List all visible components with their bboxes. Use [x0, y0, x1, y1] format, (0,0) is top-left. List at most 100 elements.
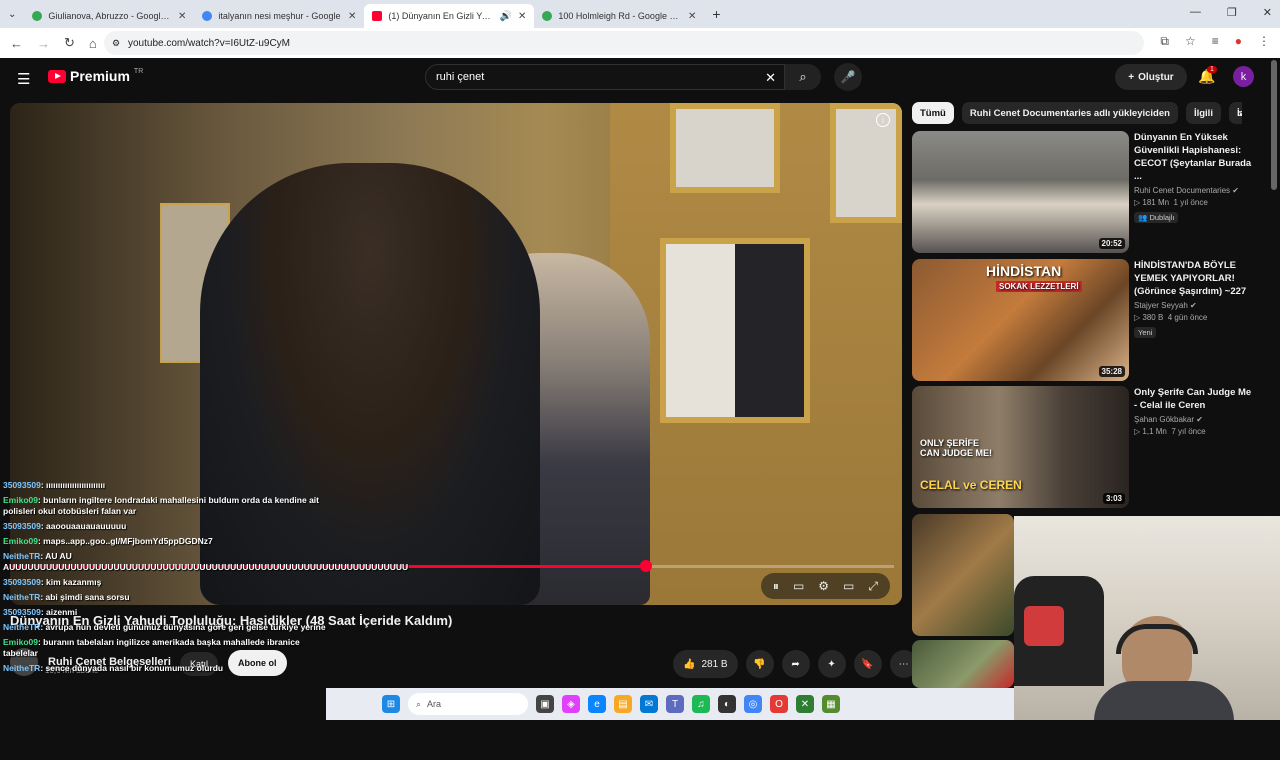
settings-gear-icon[interactable]: ⚙: [818, 579, 829, 593]
picture-frame: [670, 103, 780, 193]
windows-start-icon[interactable]: ⊞: [382, 695, 400, 713]
close-window-icon[interactable]: ✕: [1263, 6, 1272, 19]
chrome-icon[interactable]: ◎: [744, 695, 762, 713]
chat-text: : abi şimdi sana sorsu: [40, 592, 130, 602]
forward-icon[interactable]: →: [37, 36, 50, 51]
share-button[interactable]: ➦: [781, 650, 810, 678]
kebab-menu-icon[interactable]: ⋮: [1258, 34, 1270, 49]
video-thumbnail[interactable]: 20:52: [912, 131, 1129, 253]
chevron-right-icon[interactable]: ›: [1238, 106, 1242, 120]
youtube-logo[interactable]: Premium TR: [48, 68, 143, 84]
info-icon[interactable]: i: [876, 113, 890, 127]
install-icon[interactable]: ⧉: [1160, 34, 1169, 49]
subtitles-icon[interactable]: ▭: [793, 579, 804, 593]
maps-favicon-icon: [32, 11, 43, 21]
address-bar[interactable]: ⚙ youtube.com/watch?v=I6UtZ-u9CyM: [104, 31, 1144, 55]
google-favicon-icon: [202, 11, 213, 21]
speaker-icon[interactable]: 🔊: [500, 11, 512, 22]
thumbs-down-icon: 👎: [753, 658, 766, 670]
thumbnail-overlay-text: SOKAK LEZZETLERİ: [996, 281, 1082, 292]
chat-text: : maps..app..goo..gl/MFjbomYd5ppDGDNz7: [37, 536, 213, 546]
site-info-icon[interactable]: ⚙: [112, 38, 120, 49]
save-button[interactable]: 🔖: [853, 650, 882, 678]
logo-region: TR: [133, 67, 144, 75]
pause-icon[interactable]: ⏸: [773, 579, 779, 594]
voice-search-button[interactable]: 🎤: [834, 63, 862, 91]
video-thumbnail[interactable]: [912, 640, 1014, 688]
tab-search-icon[interactable]: ⌄: [8, 9, 16, 20]
browser-tab-4[interactable]: 100 Holmleigh Rd - Google Har ✕: [534, 4, 704, 28]
home-icon[interactable]: ⌂: [89, 36, 97, 51]
xbox-icon[interactable]: ✕: [796, 695, 814, 713]
task-view-icon[interactable]: ▣: [536, 695, 554, 713]
edge-icon[interactable]: e: [588, 695, 606, 713]
browser-tab-2[interactable]: italyanın nesi meşhur - Google ✕: [194, 4, 364, 28]
opera-icon[interactable]: O: [770, 695, 788, 713]
tab-label: (1) Dünyanın En Gizli Yahudi: [388, 11, 494, 21]
chat-username: NeitheTR: [3, 592, 41, 602]
dislike-button[interactable]: 👎: [745, 650, 774, 678]
recommendation-item[interactable]: ONLY ŞERİFE CAN JUDGE ME! CELAL ve CEREN…: [912, 386, 1272, 508]
recommendation-item[interactable]: HİNDİSTAN SOKAK LEZZETLERİ 35:28 HİNDİST…: [912, 259, 1272, 381]
chip-from-uploader[interactable]: Ruhi Cenet Documentaries adlı yükleyicid…: [961, 102, 1178, 124]
close-icon[interactable]: ✕: [688, 11, 696, 22]
picture-frame: [660, 238, 810, 423]
ask-button[interactable]: ✦: [817, 650, 846, 678]
youtube-favicon-icon: [372, 11, 383, 21]
teams-icon[interactable]: T: [666, 695, 684, 713]
minecraft-icon[interactable]: ▦: [822, 695, 840, 713]
new-tab-icon[interactable]: +: [712, 6, 720, 22]
create-button[interactable]: + Oluştur: [1115, 64, 1187, 90]
spotify-icon[interactable]: ♫: [692, 695, 710, 713]
chip-related[interactable]: İlgili: [1185, 102, 1221, 124]
recommendation-channel[interactable]: Ruhi Cenet Documentaries: [1134, 186, 1230, 195]
restore-icon[interactable]: ❐: [1227, 6, 1237, 19]
search-input[interactable]: ruhi çenet ✕: [425, 64, 785, 90]
profile-icon[interactable]: ●: [1235, 34, 1242, 49]
video-thumbnail[interactable]: ONLY ŞERİFE CAN JUDGE ME! CELAL ve CEREN…: [912, 386, 1129, 508]
file-explorer-icon[interactable]: ▤: [614, 695, 632, 713]
taskbar-search[interactable]: ⌕ Ara: [408, 693, 528, 715]
logo-text: Premium: [70, 68, 130, 84]
chip-all[interactable]: Tümü: [912, 102, 954, 124]
theater-mode-icon[interactable]: ▭: [843, 579, 854, 593]
headphones-icon: [1116, 624, 1198, 654]
close-icon[interactable]: ✕: [178, 11, 186, 22]
recommendation-title[interactable]: HİNDİSTAN'DA BÖYLE YEMEK YAPIYORLAR! (Gö…: [1134, 259, 1254, 298]
sparkle-icon: ✦: [827, 658, 836, 670]
recommendation-channel[interactable]: Şahan Gökbakar: [1134, 415, 1194, 424]
minimize-icon[interactable]: —: [1190, 6, 1201, 19]
browser-tab-3[interactable]: (1) Dünyanın En Gizli Yahudi 🔊 ✕: [364, 4, 535, 28]
close-icon[interactable]: ✕: [348, 11, 356, 22]
search-value: ruhi çenet: [436, 71, 485, 83]
video-thumbnail[interactable]: [912, 514, 1014, 636]
tab-label: 100 Holmleigh Rd - Google Har: [558, 11, 682, 21]
media-app-icon[interactable]: ◐: [718, 695, 736, 713]
recommendation-channel[interactable]: Stajyer Seyyah: [1134, 301, 1188, 310]
search-icon: ⌕: [416, 698, 422, 709]
verified-icon: ✔: [1190, 301, 1197, 310]
like-button[interactable]: 👍 281 B: [673, 650, 738, 678]
back-icon[interactable]: ←: [10, 36, 23, 51]
upload-age: 7 yıl önce: [1171, 427, 1206, 436]
close-icon[interactable]: ✕: [518, 11, 526, 22]
bookmark-star-icon[interactable]: ☆: [1185, 34, 1196, 49]
fullscreen-icon[interactable]: ⤢: [868, 579, 878, 594]
reload-icon[interactable]: ↻: [64, 35, 75, 51]
clear-search-icon[interactable]: ✕: [765, 70, 776, 86]
scrollbar[interactable]: [1271, 60, 1277, 190]
duration-badge: 20:52: [1098, 238, 1125, 249]
outlook-icon[interactable]: ✉: [640, 695, 658, 713]
hamburger-menu-icon[interactable]: ☰: [17, 70, 30, 88]
recommendation-title[interactable]: Dünyanın En Yüksek Güvenlikli Hapishanes…: [1134, 131, 1254, 183]
play-icon: ▷: [1134, 427, 1141, 436]
copilot-icon[interactable]: ◈: [562, 695, 580, 713]
recommendation-title[interactable]: Only Şerife Can Judge Me - Celal ile Cer…: [1134, 386, 1254, 412]
browser-tab-1[interactable]: Giulianova, Abruzzo - Google H ✕: [24, 4, 194, 28]
media-icon[interactable]: ≡: [1212, 34, 1219, 49]
video-thumbnail[interactable]: HİNDİSTAN SOKAK LEZZETLERİ 35:28: [912, 259, 1129, 381]
avatar[interactable]: k: [1233, 66, 1254, 87]
search-button[interactable]: ⌕: [785, 64, 821, 90]
chat-username: 35093509: [3, 607, 41, 617]
recommendation-item[interactable]: 20:52 Dünyanın En Yüksek Güvenlikli Hapi…: [912, 131, 1272, 253]
